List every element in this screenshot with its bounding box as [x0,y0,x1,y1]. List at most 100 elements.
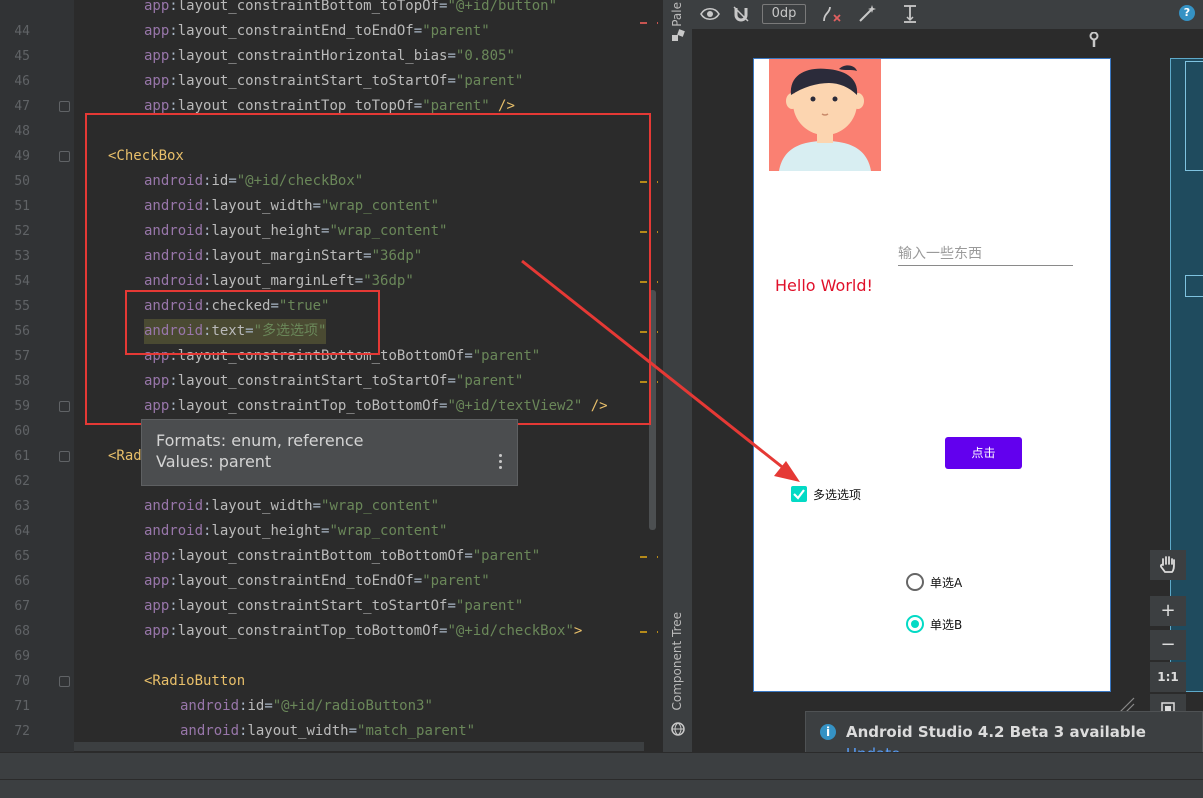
code-token: : [169,73,178,89]
blueprint-avatar-box [1185,61,1203,171]
code-token: layout_constraintTop_toTopOf [177,98,414,114]
code-token: layout_height [211,523,322,539]
design-side-strip: Pale Component Tree [662,0,692,752]
infer-constraints-wand-icon[interactable] [857,4,877,24]
code-text: android:layout_height="wrap_content" [144,519,447,544]
pan-hand-button[interactable] [1150,550,1186,580]
more-options-icon[interactable] [499,454,503,472]
code-text: app:layout_constraintHorizontal_bias="0.… [144,44,515,69]
code-line[interactable]: 45 app:layout_constraintHorizontal_bias="… [0,44,662,69]
checkbox-label: 多选选项 [813,488,862,502]
hand-icon [1160,556,1175,573]
wrench-icon[interactable] [1088,32,1100,48]
code-token: app [144,73,170,89]
code-token: layout_constraintBottom_toBottomOf [177,548,465,564]
checkmark-icon [793,489,805,500]
blueprint-text-box [1185,275,1203,297]
code-token: : [169,98,178,114]
fold-toggle-icon[interactable] [59,676,70,687]
code-token: /> [489,98,515,114]
line-number: 65 [14,549,30,564]
globe-icon[interactable] [671,722,685,736]
click-button[interactable]: 点击 [945,437,1022,469]
radio-button-a[interactable] [906,573,924,591]
code-token: app [144,98,170,114]
code-token: "@+id/radioButton3" [272,698,433,714]
line-number: 53 [14,249,30,264]
autoconnect-magnet-icon[interactable] [732,5,750,23]
line-number: 46 [14,74,30,89]
clear-constraints-icon[interactable] [822,5,842,23]
phone-preview[interactable]: Hello World! 输入一些东西 点击 多选选项 单选A 单选B [753,58,1111,692]
line-number: 72 [14,724,30,739]
code-token: : [169,623,178,639]
code-token: = [348,723,358,739]
view-options-eye-icon[interactable] [700,6,720,22]
zoom-actual-size-button[interactable]: 1:1 [1150,662,1186,692]
attribute-tooltip: Formats: enum, reference Values: parent [141,419,518,486]
zoom-in-button[interactable]: + [1150,596,1186,626]
code-editor[interactable]: app:layout_constraintBottom_toTopOf="@+i… [0,0,662,752]
line-number: 44 [14,24,30,39]
code-line[interactable]: 69 [0,644,662,669]
bottom-separator [0,779,1203,780]
palette-tab[interactable]: Pale [670,2,684,27]
code-token: : [169,598,178,614]
fold-toggle-icon[interactable] [59,151,70,162]
code-token: app [144,0,170,14]
line-number: 69 [14,649,30,664]
help-icon[interactable]: ? [1179,5,1195,21]
fold-toggle-icon[interactable] [59,451,70,462]
code-token: <RadioButton [144,673,246,689]
checkbox[interactable] [791,486,807,502]
code-line[interactable]: 70 <RadioButton [0,669,662,694]
code-token: id [247,698,265,714]
palette-icon[interactable] [671,28,685,42]
layout-design-surface[interactable]: 0dp ? Hello World! 输入一些东西 点击 多选选项 单选A 单选… [692,0,1203,752]
line-number: 56 [14,324,30,339]
component-tree-tab[interactable]: Component Tree [670,612,684,710]
zoom-out-button[interactable]: − [1150,630,1186,660]
line-number: 47 [14,99,30,114]
code-line[interactable]: 72 android:layout_width="match_parent" [0,719,662,744]
code-token: layout_constraintStart_toStartOf [177,73,448,89]
fold-toggle-icon[interactable] [59,401,70,412]
editor-horizontal-scrollbar[interactable] [74,742,644,751]
code-text: app:layout_constraintEnd_toEndOf="parent… [144,19,490,44]
code-line[interactable]: 65 app:layout_constraintBottom_toBottomOf… [0,544,662,569]
code-line[interactable]: app:layout_constraintBottom_toTopOf="@+i… [0,0,662,19]
code-line[interactable]: 71 android:id="@+id/radioButton3" [0,694,662,719]
line-number: 70 [14,674,30,689]
code-token: <Rad [108,448,142,464]
input-field[interactable]: 输入一些东西 [898,243,1073,266]
code-line[interactable]: 67 app:layout_constraintStart_toStartOf="… [0,594,662,619]
code-token: : [169,0,178,14]
line-number: 51 [14,199,30,214]
code-line[interactable]: 44 app:layout_constraintEnd_toEndOf="pare… [0,19,662,44]
code-line[interactable]: 66 app:layout_constraintEnd_toEndOf="pare… [0,569,662,594]
code-token: : [169,23,178,39]
code-line[interactable]: 63 android:layout_width="wrap_content" [0,494,662,519]
code-token: "wrap_content" [321,498,440,514]
code-line[interactable]: 68 app:layout_constraintTop_toBottomOf="@… [0,619,662,644]
code-token: "wrap_content" [329,523,448,539]
line-number: 50 [14,174,30,189]
code-token: = [413,23,423,39]
code-token: "@+id/checkBox" [447,623,574,639]
default-margin-field[interactable]: 0dp [762,4,806,24]
fold-toggle-icon[interactable] [59,101,70,112]
radio-button-b[interactable] [906,615,924,633]
code-token: "match_parent" [357,723,476,739]
line-number: 59 [14,399,30,414]
code-text: android:id="@+id/radioButton3" [180,694,433,719]
code-text: app:layout_constraintBottom_toTopOf="@+i… [144,0,557,19]
code-text: android:layout_width="match_parent" [180,719,475,744]
code-token: = [447,48,456,64]
guidelines-icon[interactable] [902,4,918,26]
code-token: = [312,498,322,514]
code-token: app [144,23,170,39]
code-token: layout_constraintHorizontal_bias [177,48,448,64]
code-line[interactable]: 64 android:layout_height="wrap_content" [0,519,662,544]
code-text: app:layout_constraintEnd_toEndOf="parent… [144,569,490,594]
code-line[interactable]: 46 app:layout_constraintStart_toStartOf="… [0,69,662,94]
